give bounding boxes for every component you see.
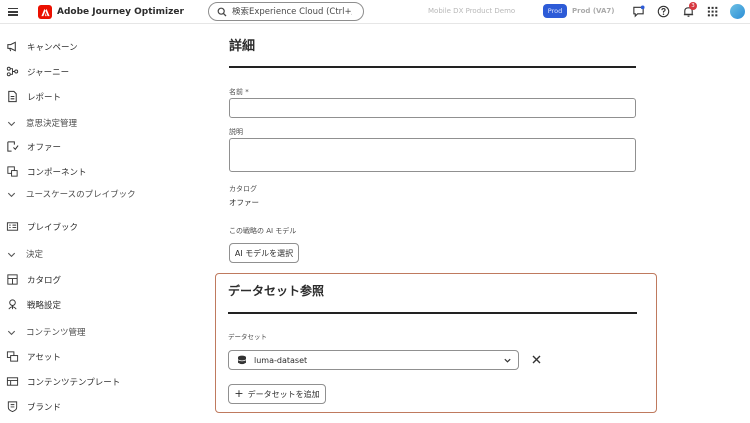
sidebar-item-campaigns[interactable]: キャンペーン [6, 40, 78, 53]
dataset-divider [228, 312, 637, 314]
sidebar-group-decision-management[interactable]: 意思決定管理 [6, 117, 151, 131]
menu-icon[interactable] [8, 6, 18, 16]
sidebar-item-brands[interactable]: ブランド [6, 400, 61, 413]
env-badge[interactable]: Prod [543, 4, 567, 18]
sidebar-group-label: コンテンツ管理 [26, 328, 86, 338]
name-label: 名前 * [229, 88, 249, 96]
sidebar-item-playbooks[interactable]: プレイブック [6, 220, 78, 233]
offer-icon [7, 141, 19, 152]
sidebar-item-label: キャンペーン [27, 42, 78, 53]
dataset-select[interactable]: luma-dataset [228, 350, 519, 370]
template-icon [6, 377, 19, 386]
strategy-icon [8, 299, 17, 310]
close-icon[interactable] [531, 354, 542, 365]
sidebar-group-use-case-playbooks[interactable]: ユースケースのプレイブック [6, 188, 151, 202]
playbook-icon [6, 222, 19, 231]
brand[interactable]: Adobe Journey Optimizer [38, 5, 184, 19]
help-icon[interactable] [657, 5, 670, 18]
journey-icon [6, 66, 19, 77]
sidebar-item-label: コンテンツテンプレート [27, 377, 121, 388]
dataset-field-label: データセット [228, 333, 267, 341]
sidebar-item-strategy-setup[interactable]: 戦略設定 [6, 298, 61, 311]
sidebar-item-label: ブランド [27, 402, 62, 413]
description-label: 説明 [229, 128, 243, 136]
sidebar-item-label: ジャーニー [27, 67, 70, 78]
sidebar-item-reports[interactable]: レポート [6, 90, 61, 103]
dataset-panel: データセット参照 データセット luma-dataset + データセットを追加 [215, 273, 657, 413]
plus-icon: + [234, 387, 244, 400]
add-dataset-label: データセットを追加 [247, 389, 320, 399]
category-label: カタログ [229, 185, 257, 193]
main-content: 詳細 名前 * 説明 カタログ オファー この戦略の AI モデル AI モデル… [200, 24, 750, 423]
ai-model-label: この戦略の AI モデル [229, 227, 297, 235]
add-dataset-button[interactable]: + データセットを追加 [228, 384, 326, 404]
chevron-down-icon [7, 252, 16, 258]
sidebar-item-label: 戦略設定 [27, 300, 62, 311]
dataset-title: データセット参照 [228, 284, 325, 298]
select-ai-model-button[interactable]: AI モデルを選択 [229, 243, 299, 263]
brand-icon [7, 401, 18, 413]
search-icon [217, 7, 227, 16]
chevron-down-icon [504, 358, 511, 363]
component-icon [7, 166, 18, 177]
asset-icon [6, 351, 19, 362]
sidebar-item-label: コンポーネント [27, 167, 87, 178]
feedback-icon[interactable] [632, 5, 645, 18]
app-name: Adobe Journey Optimizer [57, 7, 184, 17]
sidebar-group-label: 決定 [26, 250, 44, 260]
sidebar-item-catalog[interactable]: カタログ [6, 273, 61, 286]
top-bar: Adobe Journey Optimizer Mobile DX Produc… [0, 0, 750, 24]
sidebar-group-decisions[interactable]: 決定 [6, 248, 151, 262]
dataset-selected-value: luma-dataset [254, 355, 308, 365]
apps-grid-icon[interactable] [706, 5, 719, 18]
chevron-down-icon [7, 121, 16, 127]
sidebar-item-label: レポート [27, 92, 62, 103]
notification-badge: 3 [689, 2, 697, 10]
env-name[interactable]: Prod (VA7) [572, 7, 614, 15]
category-value: オファー [229, 198, 259, 207]
chevron-down-icon [7, 330, 16, 336]
name-field[interactable] [229, 98, 636, 118]
sidebar-item-content-templates[interactable]: コンテンツテンプレート [6, 375, 120, 388]
sidebar-item-journeys[interactable]: ジャーニー [6, 65, 69, 78]
details-title: 詳細 [229, 39, 256, 54]
catalog-icon [7, 274, 18, 285]
sidebar-item-label: カタログ [27, 275, 62, 286]
sidebar-item-label: プレイブック [27, 222, 79, 233]
sidebar-item-offers[interactable]: オファー [6, 140, 61, 153]
sidebar-item-label: オファー [27, 142, 62, 153]
sandbox-name[interactable]: Mobile DX Product Demo [428, 7, 515, 15]
search-bar[interactable] [208, 2, 364, 21]
details-divider [229, 66, 636, 68]
campaign-icon [7, 41, 16, 52]
report-icon [8, 90, 17, 103]
description-field[interactable] [229, 138, 636, 172]
sidebar: キャンペーン ジャーニー レポート 意思決定管理 オファー コンポーネント ユー… [0, 24, 200, 423]
sidebar-item-label: アセット [27, 352, 61, 363]
chevron-down-icon [7, 192, 16, 198]
sidebar-item-assets[interactable]: アセット [6, 350, 61, 363]
sidebar-group-content-management[interactable]: コンテンツ管理 [6, 326, 151, 340]
sidebar-item-components[interactable]: コンポーネント [6, 165, 87, 178]
adobe-logo-icon [38, 5, 52, 19]
sidebar-group-label: ユースケースのプレイブック [26, 190, 136, 200]
database-icon [237, 355, 247, 365]
search-input[interactable] [232, 6, 352, 17]
sidebar-group-label: 意思決定管理 [26, 119, 78, 129]
avatar[interactable] [730, 4, 745, 19]
